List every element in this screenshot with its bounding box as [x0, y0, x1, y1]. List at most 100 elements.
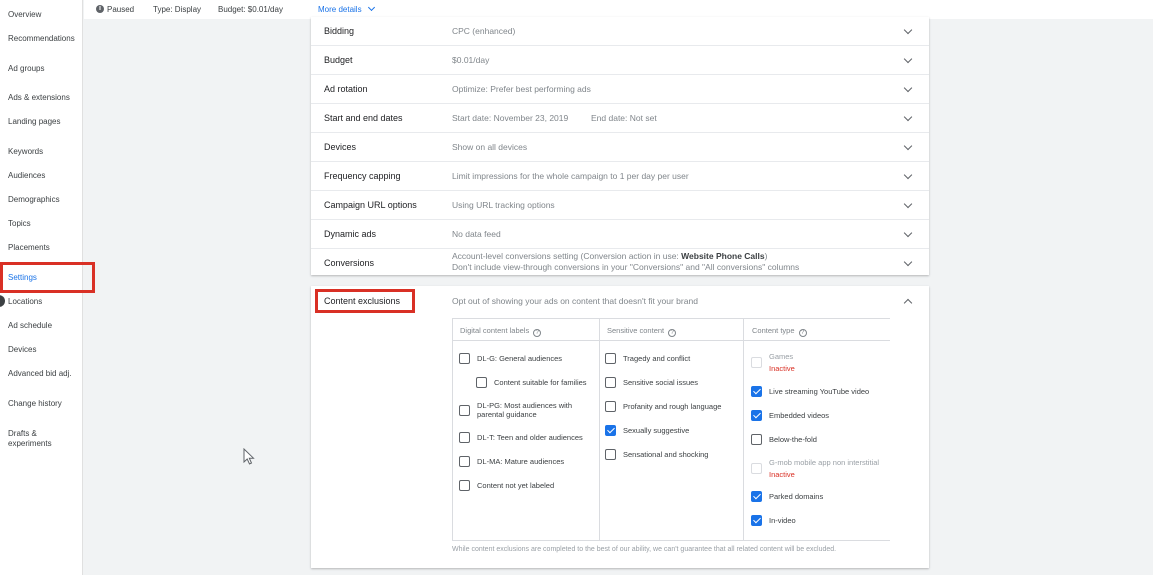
chevron-down-icon[interactable] [903, 54, 913, 64]
checkbox-below-the-fold[interactable] [751, 434, 762, 445]
setting-value: $0.01/day [452, 55, 490, 65]
sidebar-item-recommendations[interactable]: Recommendations [8, 34, 75, 44]
column-header-digital-content-labels: Digital content labels? [460, 326, 542, 337]
status-budget: Budget: $0.01/day [218, 5, 283, 14]
help-icon[interactable]: ? [533, 329, 542, 337]
chevron-down-icon[interactable] [903, 141, 913, 151]
checkbox-dl-ma[interactable] [459, 456, 470, 467]
chevron-up-icon[interactable] [903, 298, 913, 308]
setting-row-conversions[interactable]: Conversions Account-level conversions se… [311, 249, 929, 275]
setting-label: Bidding [324, 26, 355, 36]
checkbox-parked-domains[interactable] [751, 491, 762, 502]
checkbox-dl-pg[interactable] [459, 405, 470, 416]
help-icon[interactable]: ? [798, 329, 807, 337]
setting-value: Account-level conversions setting (Conve… [452, 251, 767, 261]
checkbox-sensational[interactable] [605, 449, 616, 460]
checkbox-suitable-for-families[interactable] [476, 377, 487, 388]
column-header-content-type: Content type? [752, 326, 807, 337]
setting-value: No data feed [452, 229, 501, 239]
setting-row-url-options[interactable]: Campaign URL options Using URL tracking … [311, 191, 929, 220]
sidebar-item-landing-pages[interactable]: Landing pages [8, 117, 61, 127]
sidebar-item-topics[interactable]: Topics [8, 219, 31, 229]
inactive-label: Inactive [769, 470, 795, 479]
divider [599, 318, 600, 540]
checkbox-sexually-suggestive[interactable] [605, 425, 616, 436]
content-exclusions-description: Opt out of showing your ads on content t… [452, 296, 698, 306]
chevron-down-icon[interactable] [903, 83, 913, 93]
setting-value: CPC (enhanced) [452, 26, 516, 36]
sidebar-item-drafts-experiments[interactable]: Drafts & experiments [8, 429, 60, 449]
setting-value: Limit impressions for the whole campaign… [452, 171, 689, 181]
setting-row-dynamic-ads[interactable]: Dynamic ads No data feed [311, 220, 929, 249]
checkbox-not-yet-labeled[interactable] [459, 480, 470, 491]
chevron-down-icon[interactable] [903, 112, 913, 122]
setting-label: Conversions [324, 258, 375, 268]
checkbox-label: DL-T: Teen and older audiences [477, 433, 583, 442]
checkbox-label: DL-G: General audiences [477, 354, 563, 363]
checkbox-profanity[interactable] [605, 401, 616, 412]
checkbox-label: In-video [769, 516, 796, 525]
checkbox-tragedy-conflict[interactable] [605, 353, 616, 364]
checkbox-embedded-videos[interactable] [751, 410, 762, 421]
sidebar-item-locations[interactable]: Locations [8, 297, 42, 307]
sidebar-item-change-history[interactable]: Change history [8, 399, 62, 409]
checkbox-dl-g[interactable] [459, 353, 470, 364]
sidebar-item-devices[interactable]: Devices [8, 345, 36, 355]
sidebar-item-advanced-bid-adj[interactable]: Advanced bid adj. [8, 369, 72, 379]
column-header-label: Digital content labels [460, 326, 530, 335]
sidebar-item-ad-schedule[interactable]: Ad schedule [8, 321, 52, 331]
setting-row-frequency-capping[interactable]: Frequency capping Limit impressions for … [311, 162, 929, 191]
checkbox-label: Live streaming YouTube video [769, 387, 870, 396]
sidebar-item-ad-groups[interactable]: Ad groups [8, 64, 44, 74]
checkbox-live-streaming[interactable] [751, 386, 762, 397]
setting-value: Using URL tracking options [452, 200, 555, 210]
setting-value: Optimize: Prefer best performing ads [452, 84, 591, 94]
checkbox-g-mob [751, 463, 762, 474]
column-header-sensitive-content: Sensitive content? [607, 326, 677, 337]
setting-row-ad-rotation[interactable]: Ad rotation Optimize: Prefer best perfor… [311, 75, 929, 104]
sidebar-item-demographics[interactable]: Demographics [8, 195, 60, 205]
checkbox-in-video[interactable] [751, 515, 762, 526]
checkbox-dl-t[interactable] [459, 432, 470, 443]
settings-panel: Bidding CPC (enhanced) Budget $0.01/day … [311, 17, 929, 275]
setting-row-dates[interactable]: Start and end dates Start date: November… [311, 104, 929, 133]
setting-value-line2: Don't include view-through conversions i… [452, 262, 800, 272]
sidebar-item-keywords[interactable]: Keywords [8, 147, 43, 157]
more-details-link[interactable]: More details [318, 3, 375, 14]
setting-row-bidding[interactable]: Bidding CPC (enhanced) [311, 17, 929, 46]
help-icon[interactable]: ? [668, 329, 677, 337]
divider [452, 318, 890, 319]
checkbox-label: Content not yet labeled [477, 481, 555, 490]
sidebar-item-audiences[interactable]: Audiences [8, 171, 45, 181]
setting-row-devices[interactable]: Devices Show on all devices [311, 133, 929, 162]
checkbox-label: DL-PG: Most audiences with parental guid… [477, 401, 573, 419]
setting-value-end-date: End date: Not set [591, 113, 657, 123]
chevron-down-icon[interactable] [903, 25, 913, 35]
divider [452, 340, 890, 341]
chevron-down-icon [367, 3, 375, 12]
divider [452, 318, 453, 540]
column-header-label: Sensitive content [607, 326, 665, 335]
chevron-down-icon[interactable] [903, 257, 913, 267]
status-paused: Paused [107, 5, 135, 14]
checkbox-label: Sexually suggestive [623, 426, 690, 435]
setting-label: Frequency capping [324, 171, 401, 181]
chevron-down-icon[interactable] [903, 199, 913, 209]
chevron-down-icon[interactable] [903, 228, 913, 238]
setting-label: Ad rotation [324, 84, 368, 94]
divider [452, 540, 890, 541]
sidebar-item-ads-extensions[interactable]: Ads & extensions [8, 93, 70, 103]
chevron-down-icon[interactable] [903, 170, 913, 180]
checkbox-label: Profanity and rough language [623, 402, 722, 411]
conversions-text-end: ) [764, 251, 768, 261]
setting-value: Start date: November 23, 2019 [452, 113, 569, 123]
column-header-label: Content type [752, 326, 795, 335]
sidebar-item-placements[interactable]: Placements [8, 243, 50, 253]
checkbox-label: Embedded videos [769, 411, 830, 420]
checkbox-label: G-mob mobile app non interstitial [769, 458, 880, 467]
sidebar-item-overview[interactable]: Overview [8, 10, 41, 20]
checkbox-sensitive-social[interactable] [605, 377, 616, 388]
setting-row-budget[interactable]: Budget $0.01/day [311, 46, 929, 75]
conversions-action: Website Phone Calls [681, 251, 765, 261]
checkbox-label: Content suitable for families [494, 378, 587, 387]
